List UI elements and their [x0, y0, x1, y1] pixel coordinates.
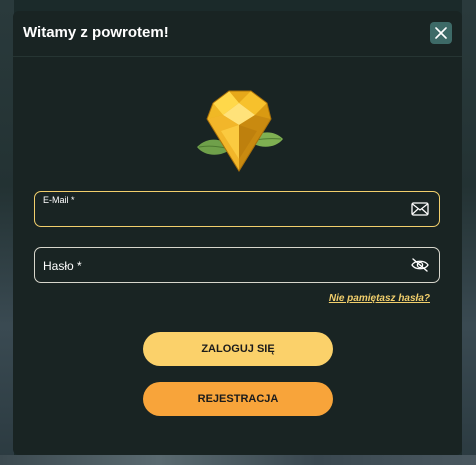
close-icon	[435, 27, 447, 39]
eye-slash-icon[interactable]	[411, 257, 429, 273]
background-bottom	[0, 455, 476, 465]
login-modal: Witamy z powrotem! E-Mail * Hasło * Nie …	[13, 11, 462, 455]
modal-title: Witamy z powrotem!	[23, 24, 169, 41]
email-field[interactable]: E-Mail *	[34, 191, 440, 227]
email-input[interactable]	[42, 206, 402, 222]
diamond-gem-icon	[197, 90, 283, 172]
background-left	[0, 0, 14, 465]
register-button[interactable]: REJESTRACJA	[143, 382, 333, 416]
envelope-icon	[411, 202, 429, 216]
forgot-password-link[interactable]: Nie pamiętasz hasła?	[329, 293, 430, 304]
modal-header: Witamy z powrotem!	[13, 11, 462, 57]
login-button[interactable]: ZALOGUJ SIĘ	[143, 332, 333, 366]
close-button[interactable]	[430, 22, 452, 44]
email-label: E-Mail *	[43, 195, 75, 205]
password-input[interactable]	[95, 258, 395, 274]
password-label: Hasło *	[43, 259, 82, 273]
password-field[interactable]: Hasło *	[34, 247, 440, 283]
background-right	[462, 0, 476, 465]
